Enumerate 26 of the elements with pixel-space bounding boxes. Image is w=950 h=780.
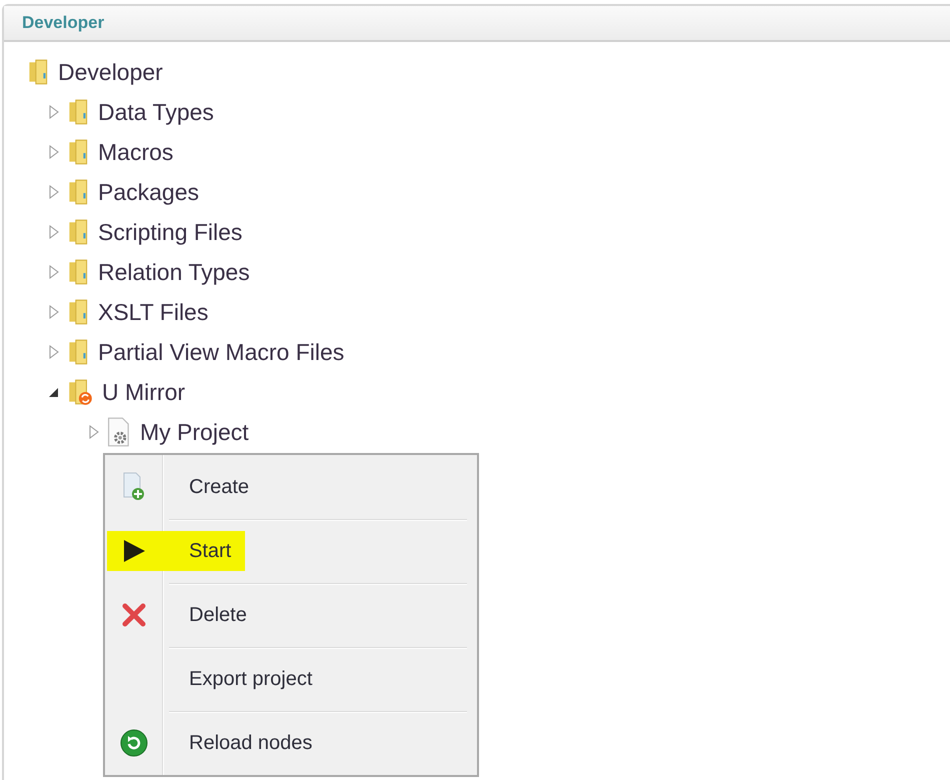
panel-title: Developer	[22, 13, 104, 33]
play-icon	[121, 538, 147, 564]
tree-item[interactable]: Developer	[58, 58, 163, 86]
tree-item[interactable]: Data Types	[98, 98, 214, 126]
tree-item[interactable]: U Mirror	[102, 378, 186, 406]
menu-item[interactable]: Export project	[105, 647, 477, 711]
tree-item[interactable]: Relation Types	[98, 258, 250, 286]
menu-item[interactable]: Create	[105, 455, 477, 519]
expand-arrow-icon[interactable]	[48, 145, 60, 159]
menu-item[interactable]: Reload nodes	[105, 711, 477, 775]
expand-arrow-icon[interactable]	[48, 185, 60, 199]
menu-item[interactable]: Delete	[105, 583, 477, 647]
tree-item[interactable]: Macros	[98, 138, 174, 166]
tree-item[interactable]: XSLT Files	[98, 298, 208, 326]
reload-icon	[120, 729, 148, 757]
tree-item[interactable]: Packages	[98, 178, 200, 206]
tree-item[interactable]: My Project	[140, 418, 249, 446]
expand-arrow-icon[interactable]	[48, 265, 60, 279]
delete-icon	[121, 602, 147, 628]
expand-arrow-icon[interactable]	[48, 105, 60, 119]
expand-arrow-icon[interactable]	[48, 345, 60, 359]
tree-item[interactable]: Partial View Macro Files	[98, 338, 344, 366]
tree-item[interactable]: Scripting Files	[98, 218, 242, 246]
expand-arrow-icon[interactable]	[48, 225, 60, 239]
expand-arrow-icon[interactable]	[88, 425, 100, 439]
expand-arrow-icon[interactable]	[48, 305, 60, 319]
